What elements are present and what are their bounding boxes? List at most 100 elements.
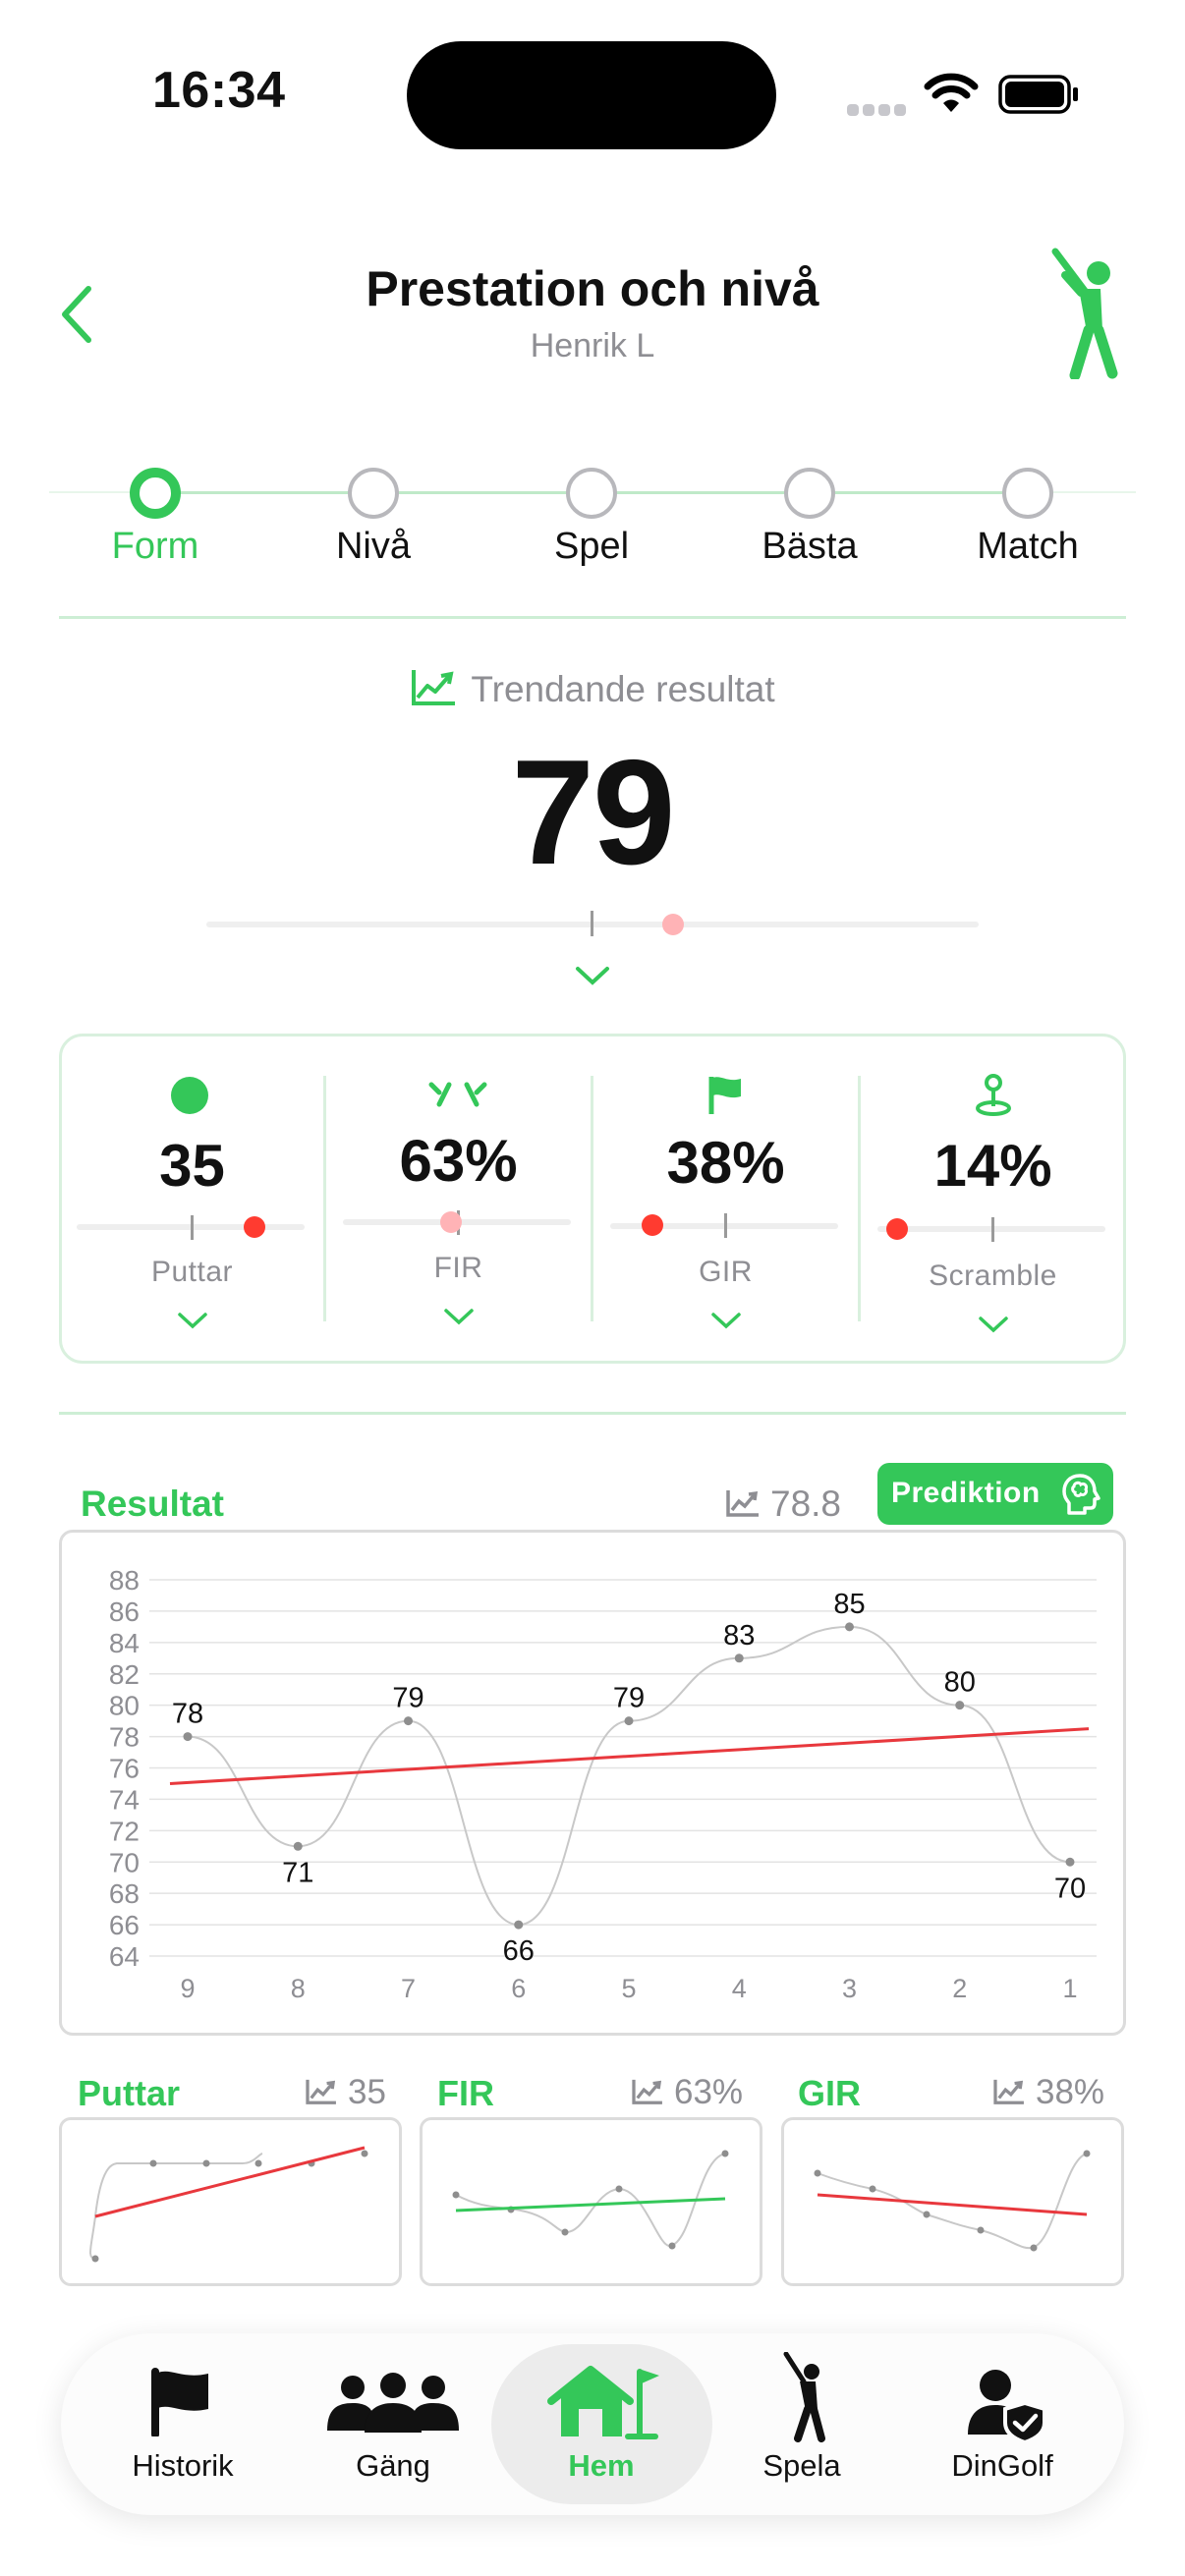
mini-chart-average-value: 35 (348, 2073, 386, 2111)
data-point (955, 1701, 965, 1710)
data-point (624, 1716, 634, 1726)
mini-chart-graph (814, 2150, 1091, 2252)
mini-chart-average: 35 (305, 2073, 386, 2112)
y-tick-label: 88 (109, 1565, 140, 1596)
trend-value: 79 (511, 729, 675, 896)
stat-label: FIR (433, 1252, 483, 1284)
pin-icon (976, 1074, 1011, 1116)
data-point (404, 1716, 413, 1726)
y-tick-label: 66 (109, 1910, 140, 1940)
dynamic-island (407, 41, 776, 149)
page-title: Prestation och nivå (366, 261, 819, 316)
y-tick-label: 72 (109, 1816, 140, 1846)
flag-icon (708, 1077, 741, 1114)
ball-icon (171, 1077, 208, 1114)
trend-label-text: Trendande resultat (471, 669, 775, 709)
status-time: 16:34 (152, 62, 286, 119)
flag-icon[interactable] (149, 2368, 214, 2436)
stat-value: 14% (933, 1133, 1052, 1199)
chevron-down-icon[interactable] (978, 1316, 1009, 1335)
data-point (293, 1841, 303, 1851)
step-form-indicator[interactable] (130, 468, 181, 519)
mini-chart-average-value: 38% (1036, 2073, 1105, 2111)
tab-match[interactable]: Match (930, 526, 1126, 568)
step-basta-indicator[interactable] (784, 468, 835, 519)
data-label: 66 (503, 1935, 535, 1967)
section-divider (59, 616, 1126, 619)
fairway-icon (428, 1082, 487, 1107)
step-spel-indicator[interactable] (566, 468, 617, 519)
trend-range-marker (591, 911, 593, 936)
group-icon[interactable] (327, 2372, 459, 2436)
mini-chart-average-value: 63% (674, 2073, 744, 2111)
prediction-button[interactable]: Prediktion (877, 1463, 1113, 1525)
stat-value: 38% (666, 1130, 785, 1196)
mini-chart-graph (452, 2150, 729, 2250)
chevron-down-icon[interactable] (710, 1312, 742, 1331)
data-label: 78 (172, 1699, 203, 1730)
battery-icon (998, 75, 1078, 114)
stat-label: GIR (699, 1256, 753, 1288)
x-tick-label: 3 (842, 1974, 857, 2003)
x-tick-label: 1 (1062, 1974, 1077, 2003)
y-tick-label: 76 (109, 1754, 140, 1784)
data-label: 80 (944, 1667, 976, 1699)
signal-icon (847, 104, 906, 116)
stat-fir[interactable]: 63% FIR (325, 1034, 592, 1364)
data-point (734, 1653, 744, 1663)
stat-puttar[interactable]: 35 Puttar (59, 1034, 325, 1364)
data-point (183, 1732, 193, 1742)
chevron-down-icon[interactable] (177, 1312, 208, 1331)
mini-chart-title: GIR (798, 2073, 862, 2113)
expand-chevron-icon[interactable] (574, 965, 611, 986)
mini-chart-fir[interactable] (420, 2117, 762, 2286)
y-tick-label: 84 (109, 1628, 140, 1658)
x-tick-label: 2 (952, 1974, 967, 2003)
trend-range-dot (662, 914, 684, 935)
golfer-icon[interactable] (776, 2352, 827, 2442)
stat-gir[interactable]: 38% GIR (592, 1034, 859, 1364)
tab-spela[interactable]: Spela (704, 2448, 900, 2484)
stat-value: 35 (159, 1133, 225, 1199)
stat-scramble[interactable]: 14% Scramble (860, 1034, 1126, 1364)
x-tick-label: 4 (732, 1974, 747, 2003)
x-tick-label: 9 (180, 1974, 195, 2003)
mini-chart-title: Puttar (78, 2073, 181, 2113)
step-match-indicator[interactable] (1002, 468, 1053, 519)
trend-chart-icon (412, 670, 456, 705)
home-icon[interactable] (545, 2362, 661, 2440)
x-tick-label: 5 (621, 1974, 636, 2003)
page-subtitle: Henrik L (530, 327, 655, 364)
y-tick-label: 68 (109, 1878, 140, 1909)
y-tick-label: 64 (109, 1941, 140, 1972)
user-shield-icon[interactable] (966, 2368, 1046, 2442)
data-label: 79 (613, 1683, 645, 1714)
mini-chart-average: 63% (631, 2073, 743, 2112)
results-average: 78.8 (725, 1484, 841, 1525)
tab-niva[interactable]: Nivå (275, 526, 472, 568)
mini-chart-puttar[interactable] (59, 2117, 402, 2286)
data-point (845, 1622, 854, 1632)
tab-gang[interactable]: Gäng (295, 2448, 491, 2484)
results-average-value: 78.8 (770, 1484, 842, 1524)
y-tick-label: 82 (109, 1659, 140, 1690)
tab-dingolf[interactable]: DinGolf (904, 2448, 1100, 2484)
tab-spel[interactable]: Spel (493, 526, 690, 568)
chevron-down-icon[interactable] (443, 1308, 475, 1327)
trend-label: Trendande resultat (0, 668, 1185, 710)
tab-historik[interactable]: Historik (85, 2448, 281, 2484)
golfer-icon[interactable] (1042, 246, 1120, 379)
tab-hem[interactable]: Hem (503, 2448, 700, 2484)
mini-chart-gir[interactable] (781, 2117, 1124, 2286)
data-label: 85 (833, 1589, 865, 1620)
tab-basta[interactable]: Bästa (711, 526, 908, 568)
tab-form[interactable]: Form (57, 526, 254, 568)
brain-head-icon (1062, 1474, 1100, 1515)
data-label: 71 (282, 1857, 313, 1888)
data-label: 79 (392, 1683, 423, 1714)
mini-chart-graph (88, 2146, 368, 2263)
trend-chart-icon (726, 1490, 759, 1517)
results-title: Resultat (81, 1484, 224, 1524)
data-point (514, 1920, 524, 1930)
step-niva-indicator[interactable] (348, 468, 399, 519)
